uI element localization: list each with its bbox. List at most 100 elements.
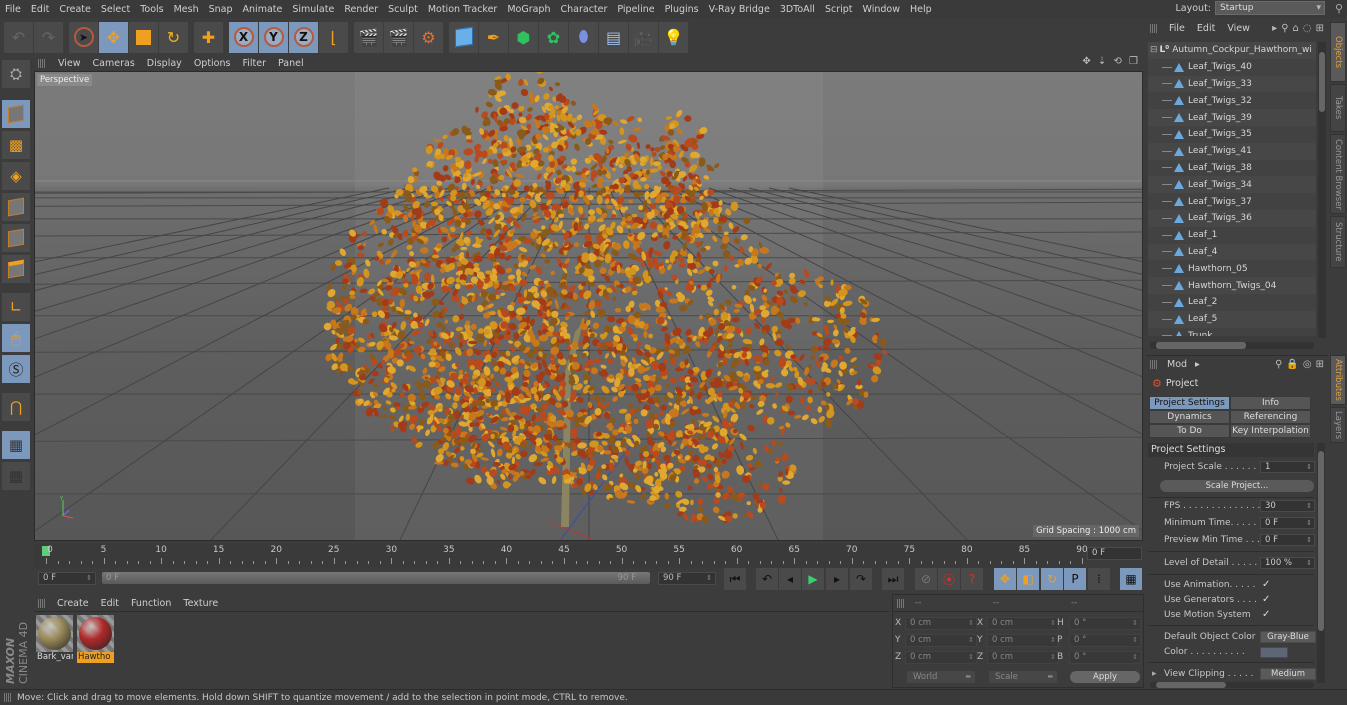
timeline-ruler[interactable]: 0 5 10 15 20 25 30 35 40 45 50 55 60 65 70 75 80 85 90 — [34, 544, 1088, 568]
render-to-picture-viewer-icon[interactable]: 🎬 — [384, 21, 414, 53]
tab-objects[interactable]: Objects — [1330, 22, 1346, 82]
tab-attributes[interactable]: Attributes — [1330, 355, 1346, 405]
tab-takes[interactable]: Takes — [1330, 84, 1346, 132]
pen-spline-icon[interactable]: ✒ — [479, 21, 509, 53]
object-item[interactable]: Leaf_Twigs_32 — [1148, 92, 1316, 110]
tab-content-browser[interactable]: Content Browser — [1330, 134, 1346, 214]
y-axis-lock-icon[interactable]: Y — [259, 21, 289, 53]
object-menu-view[interactable]: View — [1221, 23, 1256, 34]
home-icon[interactable]: ⌂ — [1293, 23, 1299, 34]
edges-mode-icon[interactable] — [2, 224, 30, 252]
viewport-navigation-icons[interactable]: ✥ ⇣ ⟲ ❐ — [1082, 56, 1140, 67]
lock-workplane-icon[interactable]: ▦ — [2, 431, 30, 459]
menu-character[interactable]: Character — [555, 4, 612, 15]
polygons-mode-icon[interactable] — [2, 255, 30, 283]
menu-script[interactable]: Script — [820, 4, 858, 15]
position-field[interactable]: 0 cm — [905, 651, 977, 664]
timeline-icon[interactable]: ▦ — [1120, 568, 1142, 590]
workplane-icon[interactable]: ◈ — [2, 162, 30, 190]
live-selection-icon[interactable]: ➤ — [69, 21, 99, 53]
object-item[interactable]: Leaf_Twigs_33 — [1148, 75, 1316, 93]
mode-arrow-icon[interactable]: ▸ — [1191, 359, 1204, 370]
position-field[interactable]: 0 cm — [905, 634, 977, 647]
object-item[interactable]: Leaf_2 — [1148, 293, 1316, 311]
move-icon[interactable]: ✥ — [99, 21, 129, 53]
viewport-menu-display[interactable]: Display — [141, 58, 188, 69]
eye-icon[interactable]: ◌ — [1303, 23, 1312, 34]
menu-motion-tracker[interactable]: Motion Tracker — [423, 4, 503, 15]
redo-icon[interactable]: ↷ — [34, 21, 64, 53]
undo-icon[interactable]: ↶ — [4, 21, 34, 53]
camera-icon[interactable]: 🎥 — [629, 21, 659, 53]
menu-v-ray-bridge[interactable]: V-Ray Bridge — [704, 4, 775, 15]
go-to-end-icon[interactable]: ⏭ — [882, 568, 904, 590]
new-panel-icon[interactable]: ⊞ — [1316, 359, 1324, 370]
object-item[interactable]: Leaf_Twigs_36 — [1148, 209, 1316, 227]
view-clipping-dropdown[interactable]: Medium — [1260, 668, 1316, 680]
object-item[interactable]: Trunk — [1148, 327, 1316, 336]
attr-tab-project-settings[interactable]: Project Settings — [1149, 396, 1230, 410]
render-view-icon[interactable]: 🎬 — [354, 21, 384, 53]
menu-simulate[interactable]: Simulate — [287, 4, 339, 15]
record-active-icon[interactable]: ⊘ — [915, 568, 937, 590]
object-item[interactable]: Leaf_Twigs_39 — [1148, 109, 1316, 126]
object-item[interactable]: Leaf_Twigs_37 — [1148, 193, 1316, 210]
project-scale-field[interactable]: 1 — [1260, 461, 1315, 473]
axis-mode-icon[interactable]: ∟ — [2, 293, 30, 321]
fps-field[interactable]: 30 — [1260, 500, 1315, 512]
object-tree-vertical-scrollbar[interactable] — [1318, 42, 1326, 338]
viewport-menu-panel[interactable]: Panel — [272, 58, 310, 69]
object-menu-edit[interactable]: Edit — [1191, 23, 1221, 34]
tweak-mode-icon[interactable]: 🖱 — [2, 324, 30, 352]
keyframe-selection-icon[interactable]: ? — [961, 568, 983, 590]
size-field[interactable]: 0 cm — [987, 617, 1059, 630]
solo-icon[interactable]: Ⓢ — [2, 355, 30, 383]
attributes-vertical-scrollbar[interactable] — [1317, 443, 1325, 683]
floor-icon[interactable]: ▤ — [599, 21, 629, 53]
tab-layers[interactable]: Layers — [1330, 407, 1346, 443]
attr-tab-to-do[interactable]: To Do — [1149, 424, 1230, 438]
object-item[interactable]: Leaf_Twigs_35 — [1148, 125, 1316, 143]
next-frame-icon[interactable]: ▸ — [826, 568, 848, 590]
panel-grip[interactable] — [1150, 359, 1158, 369]
attr-tab-dynamics[interactable]: Dynamics — [1149, 410, 1230, 424]
coordinate-space-dropdown[interactable]: World — [907, 671, 975, 683]
rotate-icon[interactable]: ↻ — [159, 21, 189, 53]
record-parameter-icon[interactable]: P — [1064, 568, 1086, 590]
previous-frame-icon[interactable]: ◂ — [779, 568, 801, 590]
play-icon[interactable]: ▶ — [802, 568, 824, 590]
end-frame-field[interactable]: 90 F ⇕ — [658, 572, 716, 585]
material-item[interactable]: Bark_var — [36, 615, 73, 665]
menu-window[interactable]: Window — [858, 4, 905, 15]
material-menu-create[interactable]: Create — [51, 598, 95, 609]
menu-mesh[interactable]: Mesh — [169, 4, 204, 15]
menu-create[interactable]: Create — [54, 4, 96, 15]
render-settings-icon[interactable]: ⚙ — [414, 21, 444, 53]
texture-mode-icon[interactable]: ▩ — [2, 131, 30, 159]
points-mode-icon[interactable] — [2, 193, 30, 221]
object-item[interactable]: Leaf_Twigs_34 — [1148, 176, 1316, 194]
search-icon[interactable]: ⚲ — [1335, 2, 1343, 15]
menu-3dtoall[interactable]: 3DToAll — [775, 4, 820, 15]
use-motion-system-checkbox[interactable]: ✓ — [1262, 608, 1270, 622]
object-item[interactable]: Hawthorn_05 — [1148, 260, 1316, 278]
use-animation-checkbox[interactable]: ✓ — [1262, 578, 1270, 592]
object-tree-horizontal-scrollbar[interactable] — [1150, 342, 1314, 349]
coordinate-system-icon[interactable]: ⌊ — [319, 21, 349, 53]
menu-help[interactable]: Help — [905, 4, 937, 15]
minimum-time-field[interactable]: 0 F — [1260, 517, 1315, 529]
rotation-field[interactable]: 0 ° — [1069, 651, 1141, 664]
object-menu-file[interactable]: File — [1163, 23, 1191, 34]
record-pla-icon[interactable]: ⁞ — [1088, 568, 1110, 590]
preview-min-time-field[interactable]: 0 F — [1260, 534, 1315, 546]
tab-structure[interactable]: Structure — [1330, 216, 1346, 268]
object-item[interactable]: Leaf_1 — [1148, 226, 1316, 244]
object-item[interactable]: Leaf_Twigs_38 — [1148, 159, 1316, 177]
model-mode-icon[interactable] — [2, 100, 30, 128]
panel-grip[interactable] — [38, 59, 46, 68]
scale-project-button[interactable]: Scale Project... — [1160, 480, 1314, 492]
make-editable-icon[interactable]: ⛭ — [2, 60, 30, 88]
viewport-perspective[interactable]: Perspective Grid Spacing : 1000 cm Y — [34, 71, 1143, 541]
next-key-icon[interactable]: ↷ — [850, 568, 872, 590]
object-item[interactable]: Leaf_Twigs_41 — [1148, 142, 1316, 160]
